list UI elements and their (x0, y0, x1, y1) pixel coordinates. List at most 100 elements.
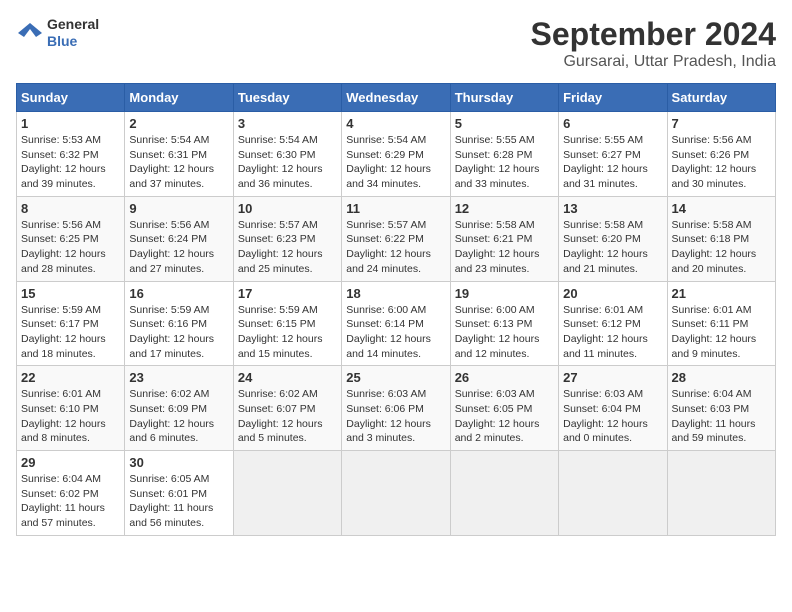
day-number: 18 (346, 286, 445, 301)
day-info: Sunrise: 5:59 AM Sunset: 6:15 PM Dayligh… (238, 303, 337, 362)
calendar-day-cell (667, 451, 775, 536)
day-number: 15 (21, 286, 120, 301)
day-number: 19 (455, 286, 554, 301)
logo-blue: Blue (47, 33, 99, 50)
day-info: Sunrise: 5:56 AM Sunset: 6:24 PM Dayligh… (129, 218, 228, 277)
day-number: 4 (346, 116, 445, 131)
calendar-day-cell: 4Sunrise: 5:54 AM Sunset: 6:29 PM Daylig… (342, 112, 450, 197)
calendar-table: SundayMondayTuesdayWednesdayThursdayFrid… (16, 83, 776, 536)
day-number: 22 (21, 370, 120, 385)
calendar-day-cell: 2Sunrise: 5:54 AM Sunset: 6:31 PM Daylig… (125, 112, 233, 197)
day-number: 28 (672, 370, 771, 385)
day-info: Sunrise: 5:56 AM Sunset: 6:26 PM Dayligh… (672, 133, 771, 192)
calendar-day-cell (342, 451, 450, 536)
logo-general: General (47, 16, 99, 33)
day-info: Sunrise: 5:59 AM Sunset: 6:16 PM Dayligh… (129, 303, 228, 362)
day-number: 11 (346, 201, 445, 216)
title-block: September 2024 Gursarai, Uttar Pradesh, … (531, 16, 776, 71)
calendar-body: 1Sunrise: 5:53 AM Sunset: 6:32 PM Daylig… (17, 112, 776, 536)
calendar-day-cell: 18Sunrise: 6:00 AM Sunset: 6:14 PM Dayli… (342, 281, 450, 366)
day-info: Sunrise: 6:04 AM Sunset: 6:03 PM Dayligh… (672, 387, 771, 446)
day-info: Sunrise: 6:04 AM Sunset: 6:02 PM Dayligh… (21, 472, 120, 531)
day-number: 21 (672, 286, 771, 301)
calendar-day-cell: 14 Sunrise: 5:58 AM Sunset: 6:18 PM Dayli… (667, 196, 775, 281)
day-info: Sunrise: 5:59 AM Sunset: 6:17 PM Dayligh… (21, 303, 120, 362)
calendar-week-row: 8 Sunrise: 5:56 AM Sunset: 6:25 PM Daylig… (17, 196, 776, 281)
calendar-day-cell: 7 Sunrise: 5:56 AM Sunset: 6:26 PM Daylig… (667, 112, 775, 197)
day-number: 16 (129, 286, 228, 301)
day-number: 1 (21, 116, 120, 131)
calendar-header-row: SundayMondayTuesdayWednesdayThursdayFrid… (17, 84, 776, 112)
page-title: September 2024 (531, 16, 776, 53)
logo: General Blue (16, 16, 99, 50)
calendar-day-cell: 16 Sunrise: 5:59 AM Sunset: 6:16 PM Dayli… (125, 281, 233, 366)
day-info: Sunrise: 5:54 AM Sunset: 6:30 PM Dayligh… (238, 133, 337, 192)
calendar-day-cell: 3Sunrise: 5:54 AM Sunset: 6:30 PM Daylig… (233, 112, 341, 197)
day-info: Sunrise: 5:57 AM Sunset: 6:22 PM Dayligh… (346, 218, 445, 277)
calendar-day-cell: 13Sunrise: 5:58 AM Sunset: 6:20 PM Dayli… (559, 196, 667, 281)
day-of-week-header: Thursday (450, 84, 558, 112)
calendar-day-cell: 19 Sunrise: 6:00 AM Sunset: 6:13 PM Dayli… (450, 281, 558, 366)
day-info: Sunrise: 6:01 AM Sunset: 6:12 PM Dayligh… (563, 303, 662, 362)
calendar-day-cell: 15 Sunrise: 5:59 AM Sunset: 6:17 PM Dayli… (17, 281, 125, 366)
day-info: Sunrise: 5:56 AM Sunset: 6:25 PM Dayligh… (21, 218, 120, 277)
day-number: 2 (129, 116, 228, 131)
day-info: Sunrise: 6:00 AM Sunset: 6:13 PM Dayligh… (455, 303, 554, 362)
calendar-day-cell (559, 451, 667, 536)
day-info: Sunrise: 5:57 AM Sunset: 6:23 PM Dayligh… (238, 218, 337, 277)
day-number: 10 (238, 201, 337, 216)
calendar-day-cell: 11 Sunrise: 5:57 AM Sunset: 6:22 PM Dayli… (342, 196, 450, 281)
day-of-week-header: Monday (125, 84, 233, 112)
day-info: Sunrise: 5:58 AM Sunset: 6:18 PM Dayligh… (672, 218, 771, 277)
calendar-day-cell: 1Sunrise: 5:53 AM Sunset: 6:32 PM Daylig… (17, 112, 125, 197)
day-of-week-header: Saturday (667, 84, 775, 112)
day-number: 9 (129, 201, 228, 216)
calendar-day-cell: 20 Sunrise: 6:01 AM Sunset: 6:12 PM Dayli… (559, 281, 667, 366)
day-number: 12 (455, 201, 554, 216)
day-number: 6 (563, 116, 662, 131)
calendar-day-cell: 27Sunrise: 6:03 AM Sunset: 6:04 PM Dayli… (559, 366, 667, 451)
calendar-day-cell: 29 Sunrise: 6:04 AM Sunset: 6:02 PM Dayli… (17, 451, 125, 536)
day-info: Sunrise: 6:01 AM Sunset: 6:10 PM Dayligh… (21, 387, 120, 446)
day-number: 7 (672, 116, 771, 131)
logo-bird-icon (16, 19, 44, 47)
calendar-day-cell: 8 Sunrise: 5:56 AM Sunset: 6:25 PM Daylig… (17, 196, 125, 281)
calendar-day-cell: 10 Sunrise: 5:57 AM Sunset: 6:23 PM Dayli… (233, 196, 341, 281)
day-info: Sunrise: 5:55 AM Sunset: 6:27 PM Dayligh… (563, 133, 662, 192)
day-number: 8 (21, 201, 120, 216)
day-info: Sunrise: 6:01 AM Sunset: 6:11 PM Dayligh… (672, 303, 771, 362)
calendar-week-row: 1Sunrise: 5:53 AM Sunset: 6:32 PM Daylig… (17, 112, 776, 197)
day-number: 27 (563, 370, 662, 385)
page-subtitle: Gursarai, Uttar Pradesh, India (531, 53, 776, 71)
calendar-day-cell: 25 Sunrise: 6:03 AM Sunset: 6:06 PM Dayli… (342, 366, 450, 451)
calendar-day-cell (450, 451, 558, 536)
day-number: 25 (346, 370, 445, 385)
day-info: Sunrise: 6:05 AM Sunset: 6:01 PM Dayligh… (129, 472, 228, 531)
calendar-day-cell: 26 Sunrise: 6:03 AM Sunset: 6:05 PM Dayli… (450, 366, 558, 451)
calendar-day-cell: 17 Sunrise: 5:59 AM Sunset: 6:15 PM Dayli… (233, 281, 341, 366)
calendar-week-row: 22 Sunrise: 6:01 AM Sunset: 6:10 PM Dayli… (17, 366, 776, 451)
calendar-week-row: 29 Sunrise: 6:04 AM Sunset: 6:02 PM Dayli… (17, 451, 776, 536)
day-number: 29 (21, 455, 120, 470)
day-number: 20 (563, 286, 662, 301)
day-info: Sunrise: 6:02 AM Sunset: 6:07 PM Dayligh… (238, 387, 337, 446)
day-of-week-header: Tuesday (233, 84, 341, 112)
calendar-day-cell: 5Sunrise: 5:55 AM Sunset: 6:28 PM Daylig… (450, 112, 558, 197)
calendar-day-cell: 30Sunrise: 6:05 AM Sunset: 6:01 PM Dayli… (125, 451, 233, 536)
day-number: 26 (455, 370, 554, 385)
calendar-day-cell: 21 Sunrise: 6:01 AM Sunset: 6:11 PM Dayli… (667, 281, 775, 366)
day-of-week-header: Sunday (17, 84, 125, 112)
day-number: 24 (238, 370, 337, 385)
day-info: Sunrise: 6:03 AM Sunset: 6:05 PM Dayligh… (455, 387, 554, 446)
day-number: 14 (672, 201, 771, 216)
day-info: Sunrise: 6:03 AM Sunset: 6:06 PM Dayligh… (346, 387, 445, 446)
calendar-day-cell (233, 451, 341, 536)
calendar-day-cell: 23Sunrise: 6:02 AM Sunset: 6:09 PM Dayli… (125, 366, 233, 451)
day-info: Sunrise: 5:58 AM Sunset: 6:20 PM Dayligh… (563, 218, 662, 277)
calendar-day-cell: 9 Sunrise: 5:56 AM Sunset: 6:24 PM Daylig… (125, 196, 233, 281)
day-number: 5 (455, 116, 554, 131)
calendar-day-cell: 28 Sunrise: 6:04 AM Sunset: 6:03 PM Dayli… (667, 366, 775, 451)
page-header: General Blue September 2024 Gursarai, Ut… (16, 16, 776, 71)
calendar-day-cell: 22 Sunrise: 6:01 AM Sunset: 6:10 PM Dayli… (17, 366, 125, 451)
day-number: 17 (238, 286, 337, 301)
